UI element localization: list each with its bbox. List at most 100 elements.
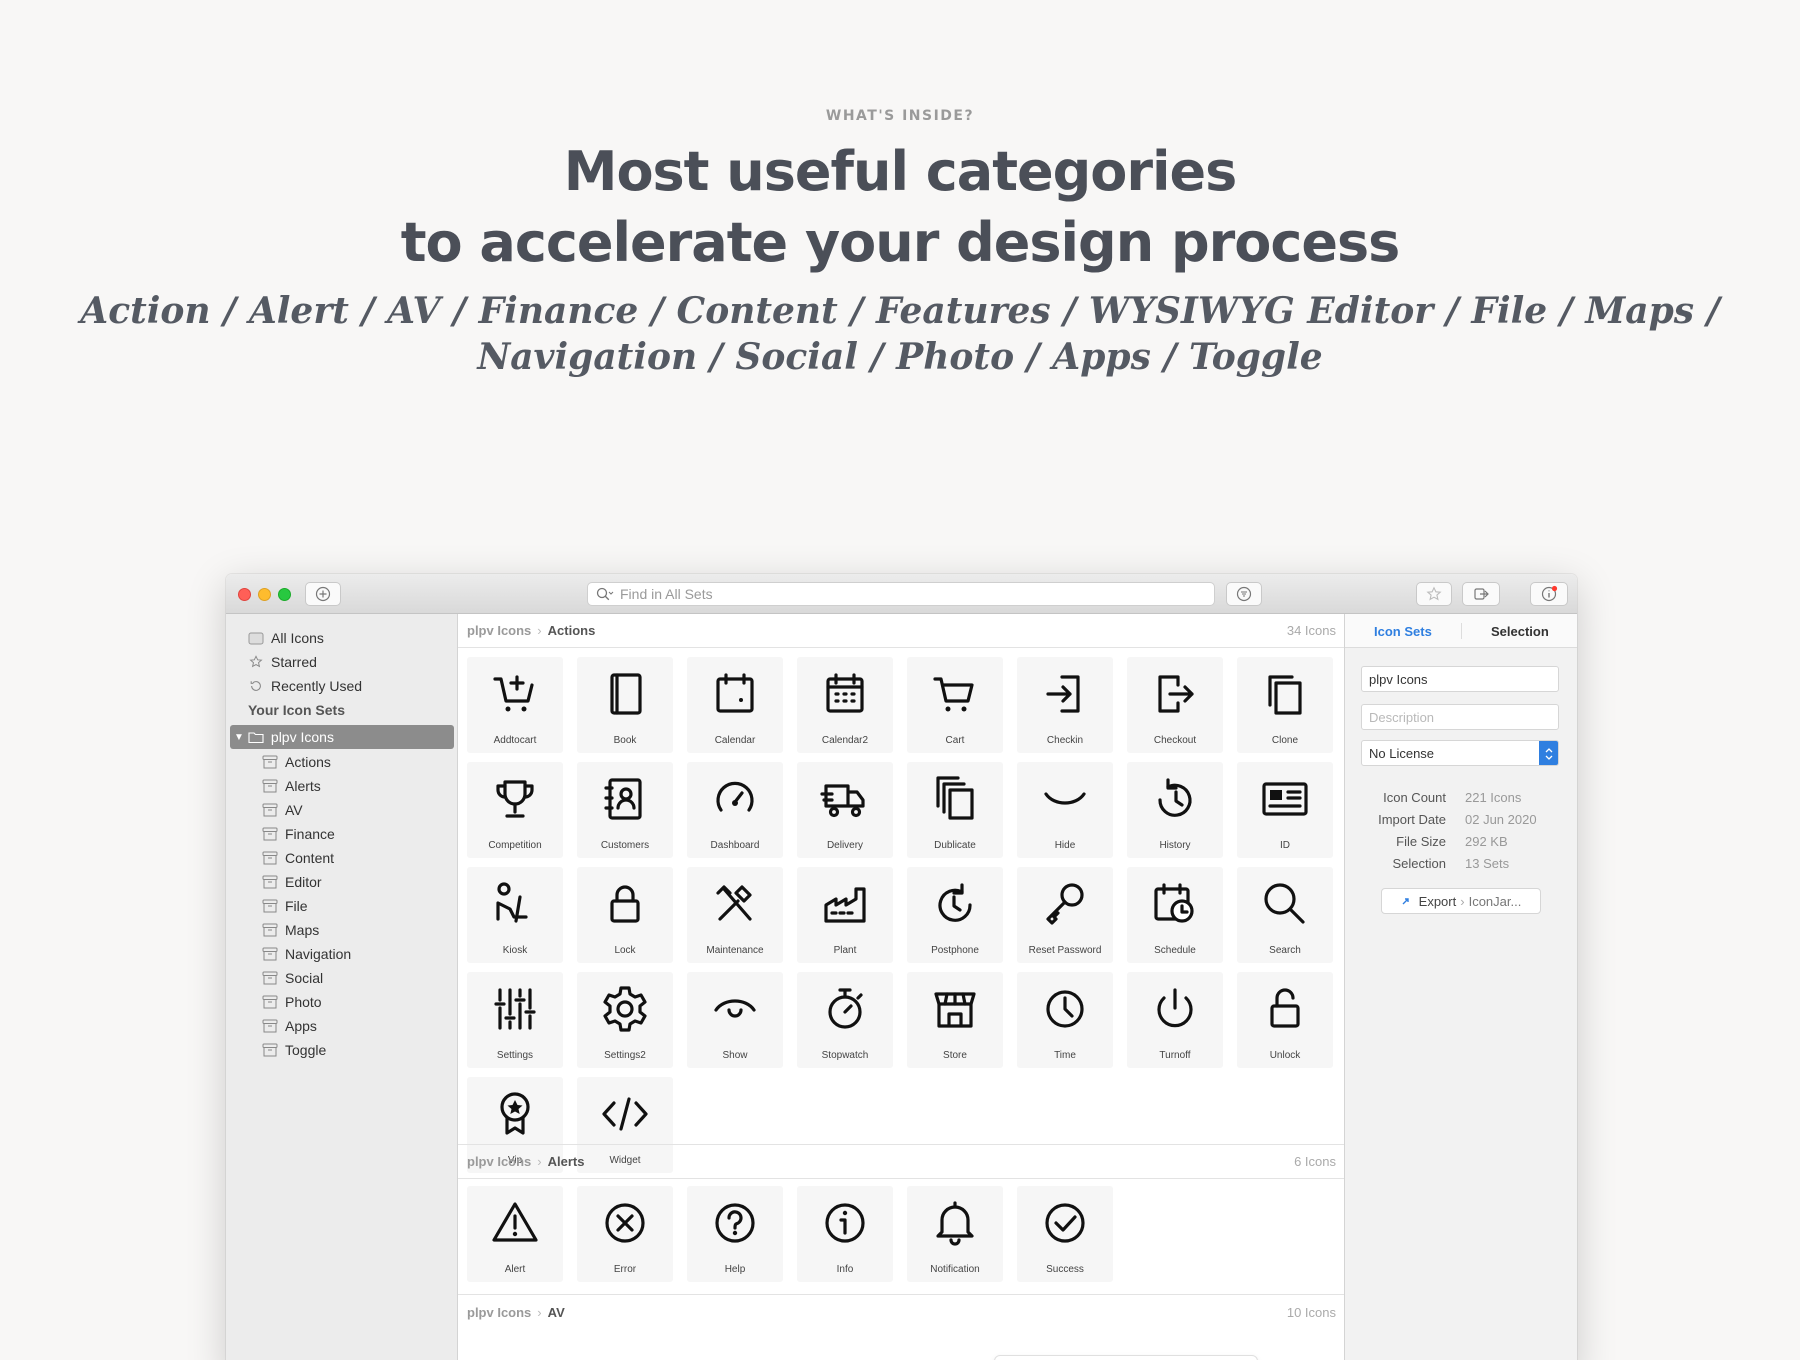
icon-tile-checkin[interactable]: Checkin [1017,657,1113,753]
icon-tile-alert[interactable]: Alert [467,1186,563,1282]
sidebar: All Icons Starred Recently Used Your Ico… [226,614,458,1360]
checkout-icon [1158,675,1194,713]
icon-tile-dublicate[interactable]: Dublicate [907,762,1003,858]
sidebar-item-apps[interactable]: Apps [226,1014,458,1038]
icon-tile-postphone[interactable]: Postphone [907,867,1003,963]
icon-tile-plant[interactable]: Plant [797,867,893,963]
icon-tile-lock[interactable]: Lock [577,867,673,963]
info-button[interactable] [1530,582,1568,606]
sidebar-item-finance[interactable]: Finance [226,822,458,846]
breadcrumb-set[interactable]: plpv Icons [467,1154,531,1169]
set-name-input[interactable] [1369,671,1549,687]
search-field[interactable] [587,582,1215,606]
icon-label: Book [613,735,637,746]
icon-tile-id[interactable]: ID [1237,762,1333,858]
icon-label: ID [1280,840,1290,851]
icon-tile-schedule[interactable]: Schedule [1127,867,1223,963]
icon-tile-unlock[interactable]: Unlock [1237,972,1333,1068]
sidebar-item-all-icons[interactable]: All Icons [226,626,458,650]
close-window-button[interactable] [238,588,251,601]
icon-label: Calendar [714,735,756,746]
icon-tile-turnoff[interactable]: Turnoff [1127,972,1223,1068]
disclosure-triangle-icon[interactable]: ▼ [234,732,244,743]
description-input[interactable] [1369,709,1549,725]
icon-tile-kiosk[interactable]: Kiosk [467,867,563,963]
show-icon [714,999,756,1018]
checkin-icon [1046,675,1080,713]
filter-button[interactable] [1226,582,1262,606]
icon-tile-history[interactable]: History [1127,762,1223,858]
sidebar-item-alerts[interactable]: Alerts [226,774,458,798]
sidebar-item-content[interactable]: Content [226,846,458,870]
breadcrumb-set[interactable]: plpv Icons [467,623,531,638]
widget-icon [602,1097,648,1131]
calendar2-icon [826,673,864,713]
icon-tile-maintenance[interactable]: Maintenance [687,867,783,963]
sidebar-item-navigation[interactable]: Navigation [226,942,458,966]
tab-selection[interactable]: Selection [1491,624,1549,639]
tab-icon-sets[interactable]: Icon Sets [1374,624,1432,639]
chevron-right-icon: › [1460,893,1465,909]
icon-tile-checkout[interactable]: Checkout [1127,657,1223,753]
zoom-window-button[interactable] [278,588,291,601]
breadcrumb-set[interactable]: plpv Icons [467,1305,531,1320]
icon-tile-calendar[interactable]: Calendar [687,657,783,753]
icon-tile-customers[interactable]: Customers [577,762,673,858]
sidebar-item-actions[interactable]: Actions [226,750,458,774]
icon-tile-info[interactable]: Info [797,1186,893,1282]
icon-tile-settings2[interactable]: Settings2 [577,972,673,1068]
kiosk-icon [496,882,528,923]
sidebar-item-av[interactable]: AV [226,798,458,822]
icon-tile-search[interactable]: Search [1237,867,1333,963]
sidebar-item-recently-used[interactable]: Recently Used [226,674,458,698]
export-button[interactable]: Export › IconJar... [1381,888,1541,914]
icon-tile-error[interactable]: Error [577,1186,673,1282]
sidebar-item-label: AV [285,802,303,818]
select-stepper-icon[interactable] [1539,741,1558,765]
icon-tile-cart[interactable]: Cart [907,657,1003,753]
folder-icon [248,732,264,744]
icon-tile-calendar2[interactable]: Calendar2 [797,657,893,753]
icon-tile-store[interactable]: Store [907,972,1003,1068]
category-list-line-1: Action / Alert / AV / Finance / Content … [80,290,1720,332]
set-name-field[interactable] [1361,666,1559,692]
star-button[interactable] [1416,582,1452,606]
sidebar-item-photo[interactable]: Photo [226,990,458,1014]
icon-tile-dashboard[interactable]: Dashboard [687,762,783,858]
description-field[interactable] [1361,704,1559,730]
sidebar-item-plpv-icons[interactable]: ▼ plpv Icons [230,725,454,749]
icon-tile-help[interactable]: Help [687,1186,783,1282]
sidebar-item-social[interactable]: Social [226,966,458,990]
sidebar-item-maps[interactable]: Maps [226,918,458,942]
icon-tile-show[interactable]: Show [687,972,783,1068]
export-label: Export [1418,893,1457,909]
sidebar-item-file[interactable]: File [226,894,458,918]
icon-tile-addtocart[interactable]: Addtocart [467,657,563,753]
minimize-window-button[interactable] [258,588,271,601]
license-select[interactable]: No License [1361,740,1559,766]
icon-tile-delivery[interactable]: Delivery [797,762,893,858]
turnoff-icon [1157,988,1193,1028]
icon-tile-time[interactable]: Time [1017,972,1113,1068]
icon-label: Competition [488,840,542,851]
icon-tile-success[interactable]: Success [1017,1186,1113,1282]
export-toolbar-button[interactable] [1462,582,1500,606]
add-set-button[interactable] [305,582,341,606]
icon-tile-reset-password[interactable]: Reset Password [1017,867,1113,963]
license-value: No License [1369,745,1435,761]
sidebar-item-toggle[interactable]: Toggle [226,1038,458,1062]
icon-tile-book[interactable]: Book [577,657,673,753]
sidebar-item-editor[interactable]: Editor [226,870,458,894]
search-input[interactable] [620,586,1180,602]
icon-tile-clone[interactable]: Clone [1237,657,1333,753]
sidebar-item-starred[interactable]: Starred [226,650,458,674]
icon-tile-settings[interactable]: Settings [467,972,563,1068]
icon-label: Checkout [1153,735,1197,746]
breadcrumb-chevron-icon: › [537,1154,542,1169]
icon-tile-competition[interactable]: Competition [467,762,563,858]
hero-headline: Most useful categories to accelerate you… [0,136,1800,278]
icon-tile-hide[interactable]: Hide [1017,762,1113,858]
icon-tile-stopwatch[interactable]: Stopwatch [797,972,893,1068]
icon-tile-notification[interactable]: Notification [907,1186,1003,1282]
icon-label: Plant [833,945,857,956]
